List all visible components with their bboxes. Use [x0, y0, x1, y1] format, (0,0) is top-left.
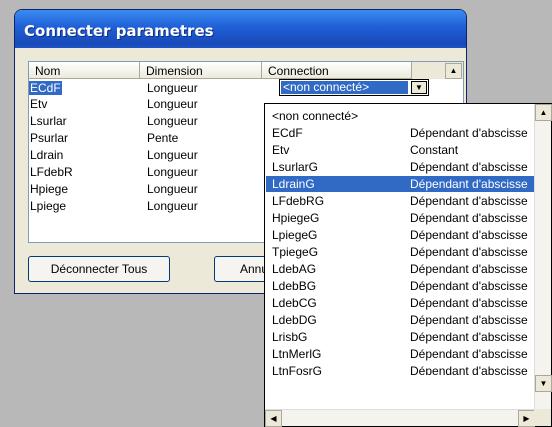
chevron-down-icon[interactable]: ▼	[411, 81, 427, 94]
item-type: Dépendant d'abscisse	[410, 279, 528, 293]
row-dimension: Longueur	[147, 165, 198, 179]
row-dimension: Longueur	[147, 148, 198, 162]
row-dimension: Longueur	[147, 182, 198, 196]
item-name: LsurlarG	[272, 160, 319, 174]
row-nom: ECdF	[29, 81, 62, 95]
item-type: Dépendant d'abscisse	[410, 177, 528, 191]
item-type: Constant	[410, 143, 459, 157]
list-item[interactable]: LtnFosrG Dépendant d'abscisse	[266, 363, 534, 375]
item-type: Dépendant d'abscisse	[410, 245, 528, 259]
list-item[interactable]: LFdebRG Dépendant d'abscisse	[266, 193, 534, 209]
row-nom: Psurlar	[30, 131, 69, 145]
scroll-right-icon[interactable]: ▶	[518, 410, 535, 427]
row-nom: Hpiege	[30, 182, 69, 196]
item-type: Dépendant d'abscisse	[410, 364, 528, 375]
list-item[interactable]: TpiegeG Dépendant d'abscisse	[266, 244, 534, 260]
item-name: LdebDG	[272, 313, 317, 327]
list-item-selected[interactable]: LdrainG Dépendant d'abscisse	[266, 176, 534, 192]
scroll-down-icon[interactable]: ▼	[535, 375, 552, 392]
row-nom: Etv	[30, 97, 48, 111]
item-name: Etv	[272, 143, 290, 157]
combobox-value: <non connecté>	[281, 81, 408, 94]
row-dimension: Longueur	[147, 199, 198, 213]
title-bar[interactable]: Connecter parametres	[15, 10, 466, 48]
connection-dropdown-list[interactable]: <non connecté> ECdF Dépendant d'abscisse…	[264, 103, 552, 427]
row-nom: LFdebR	[30, 165, 73, 179]
scroll-up-icon[interactable]: ▲	[535, 104, 552, 121]
item-name: LtnMerlG	[272, 347, 322, 361]
disconnect-all-button[interactable]: Déconnecter Tous	[28, 256, 170, 282]
list-item[interactable]: LdebCG Dépendant d'abscisse	[266, 295, 534, 311]
item-name: LtnFosrG	[272, 364, 323, 375]
item-name: TpiegeG	[272, 245, 319, 259]
item-type: Dépendant d'abscisse	[410, 313, 528, 327]
item-name: <non connecté>	[272, 109, 359, 123]
item-type: Dépendant d'abscisse	[410, 262, 528, 276]
dialog-title: Connecter parametres	[24, 22, 214, 40]
list-item[interactable]: LdebAG Dépendant d'abscisse	[266, 261, 534, 277]
list-header: Nom Dimension Connection ▲	[29, 62, 463, 79]
item-type: Dépendant d'abscisse	[410, 296, 528, 310]
list-item[interactable]: Etv Constant	[266, 142, 534, 158]
item-name: LdebAG	[272, 262, 317, 276]
column-header-nom[interactable]: Nom	[29, 62, 140, 79]
list-scroll-up-icon[interactable]: ▲	[445, 63, 462, 79]
item-name: HpiegeG	[272, 211, 320, 225]
list-item[interactable]: LdebDG Dépendant d'abscisse	[266, 312, 534, 328]
list-item[interactable]: HpiegeG Dépendant d'abscisse	[266, 210, 534, 226]
list-item[interactable]: <non connecté>	[266, 108, 534, 124]
item-type: Dépendant d'abscisse	[410, 228, 528, 242]
item-type: Dépendant d'abscisse	[410, 211, 528, 225]
item-name: LdebBG	[272, 279, 317, 293]
vertical-scrollbar[interactable]: ▲ ▼	[534, 104, 552, 409]
scroll-left-icon[interactable]: ◀	[265, 410, 282, 427]
scrollbar-corner	[534, 409, 551, 426]
item-name: LdrainG	[272, 177, 315, 191]
item-name: LdebCG	[272, 296, 317, 310]
column-header-connection[interactable]: Connection	[262, 62, 412, 79]
connection-combobox[interactable]: <non connecté> ▼	[279, 79, 429, 96]
row-dimension: Longueur	[147, 81, 198, 95]
item-name: ECdF	[272, 126, 303, 140]
horizontal-scrollbar[interactable]: ◀ ▶	[265, 409, 535, 427]
item-type: Dépendant d'abscisse	[410, 160, 528, 174]
item-name: LpiegeG	[272, 228, 318, 242]
row-dimension: Longueur	[147, 97, 198, 111]
list-item[interactable]: LtnMerlG Dépendant d'abscisse	[266, 346, 534, 362]
list-item[interactable]: LsurlarG Dépendant d'abscisse	[266, 159, 534, 175]
item-type: Dépendant d'abscisse	[410, 330, 528, 344]
list-item[interactable]: LpiegeG Dépendant d'abscisse	[266, 227, 534, 243]
list-item[interactable]: LdebBG Dépendant d'abscisse	[266, 278, 534, 294]
item-name: LFdebRG	[272, 194, 325, 208]
item-type: Dépendant d'abscisse	[410, 194, 528, 208]
item-type: Dépendant d'abscisse	[410, 126, 528, 140]
item-type: Dépendant d'abscisse	[410, 347, 528, 361]
row-nom: Ldrain	[30, 148, 64, 162]
row-dimension: Pente	[147, 131, 179, 145]
column-header-dimension[interactable]: Dimension	[140, 62, 262, 79]
list-item[interactable]: LrisbG Dépendant d'abscisse	[266, 329, 534, 345]
list-item[interactable]: ECdF Dépendant d'abscisse	[266, 125, 534, 141]
row-nom: Lpiege	[30, 199, 67, 213]
row-dimension: Longueur	[147, 114, 198, 128]
row-nom: Lsurlar	[30, 114, 67, 128]
item-name: LrisbG	[272, 330, 308, 344]
